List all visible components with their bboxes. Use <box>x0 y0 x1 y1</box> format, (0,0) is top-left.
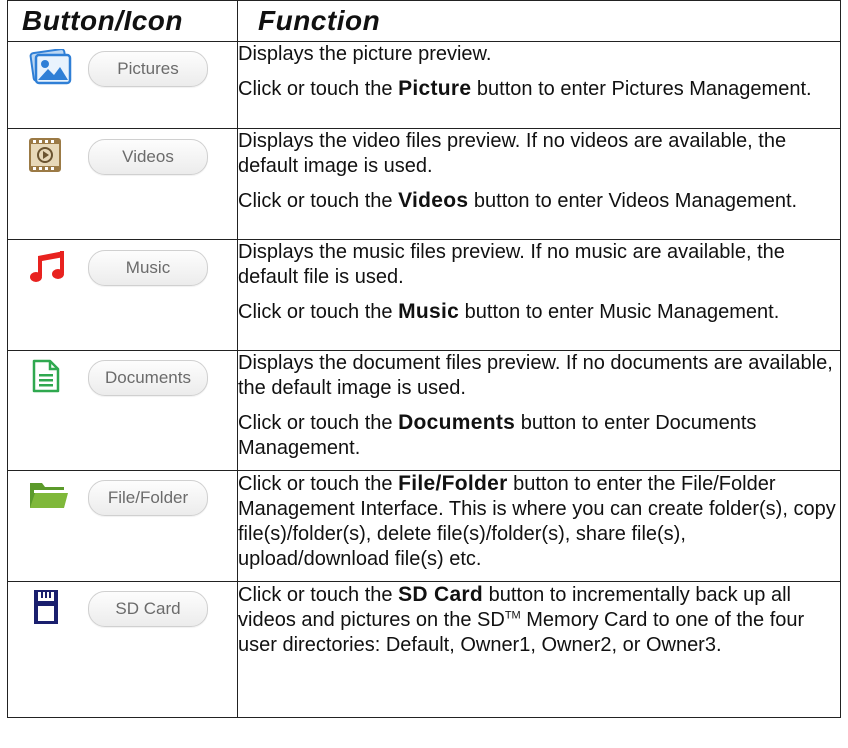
header-button-icon: Button/Icon <box>7 0 238 42</box>
instruction: Click or touch the Documents button to e… <box>238 411 757 459</box>
button-name: Documents <box>398 411 516 434</box>
table-row: Pictures Displays the picture preview. C… <box>7 41 841 129</box>
table-row: Documents Displays the document files pr… <box>7 350 841 471</box>
function-cell: Displays the music files preview. If no … <box>237 239 841 351</box>
description: Displays the document files preview. If … <box>238 352 833 399</box>
icon-cell: Videos <box>7 128 238 240</box>
description: Click or touch the File/Folder button to… <box>238 472 836 570</box>
music-button[interactable]: Music <box>88 250 208 286</box>
file-folder-button[interactable]: File/Folder <box>88 480 208 516</box>
icon-cell: File/Folder <box>7 470 238 582</box>
sd-card-icon <box>32 588 60 631</box>
music-note-icon <box>28 248 68 289</box>
icon-cell: SD Card <box>7 581 238 718</box>
function-cell: Click or touch the File/Folder button to… <box>237 470 841 582</box>
function-cell: Displays the document files preview. If … <box>237 350 841 471</box>
function-cell: Displays the picture preview. Click or t… <box>237 41 841 129</box>
description: Displays the music files preview. If no … <box>238 241 785 288</box>
icon-cell: Documents <box>7 350 238 471</box>
header-function: Function <box>237 0 841 42</box>
videos-button[interactable]: Videos <box>88 139 208 175</box>
table-header-row: Button/Icon Function <box>7 0 841 42</box>
table-row: File/Folder Click or touch the File/Fold… <box>7 470 841 582</box>
description: Displays the video files preview. If no … <box>238 130 787 177</box>
table-row: Videos Displays the video files preview.… <box>7 128 841 240</box>
icon-cell: Pictures <box>7 41 238 129</box>
button-name: SD Card <box>398 583 484 606</box>
function-table: Button/Icon Function Pictures Displays t… <box>7 0 841 718</box>
table-row: SD Card Click or touch the SD Card butto… <box>7 581 841 718</box>
document-icon <box>32 359 60 398</box>
button-name: File/Folder <box>398 472 508 495</box>
instruction: Click or touch the Music button to enter… <box>238 300 780 323</box>
instruction: Click or touch the Picture button to ent… <box>238 77 812 100</box>
videos-icon <box>28 137 62 178</box>
button-name: Videos <box>398 189 469 212</box>
function-cell: Displays the video files preview. If no … <box>237 128 841 240</box>
description: Displays the picture preview. <box>238 43 492 65</box>
icon-cell: Music <box>7 239 238 351</box>
button-name: Music <box>398 300 460 323</box>
sd-card-button[interactable]: SD Card <box>88 591 208 627</box>
folder-icon <box>28 478 68 517</box>
pictures-icon <box>28 48 74 90</box>
table-row: Music Displays the music files preview. … <box>7 239 841 351</box>
button-name: Picture <box>398 77 472 100</box>
function-cell: Click or touch the SD Card button to inc… <box>237 581 841 718</box>
trademark: TM <box>504 609 521 622</box>
pictures-button[interactable]: Pictures <box>88 51 208 87</box>
documents-button[interactable]: Documents <box>88 360 208 396</box>
description: Click or touch the SD Card button to inc… <box>238 583 805 656</box>
instruction: Click or touch the Videos button to ente… <box>238 189 798 212</box>
